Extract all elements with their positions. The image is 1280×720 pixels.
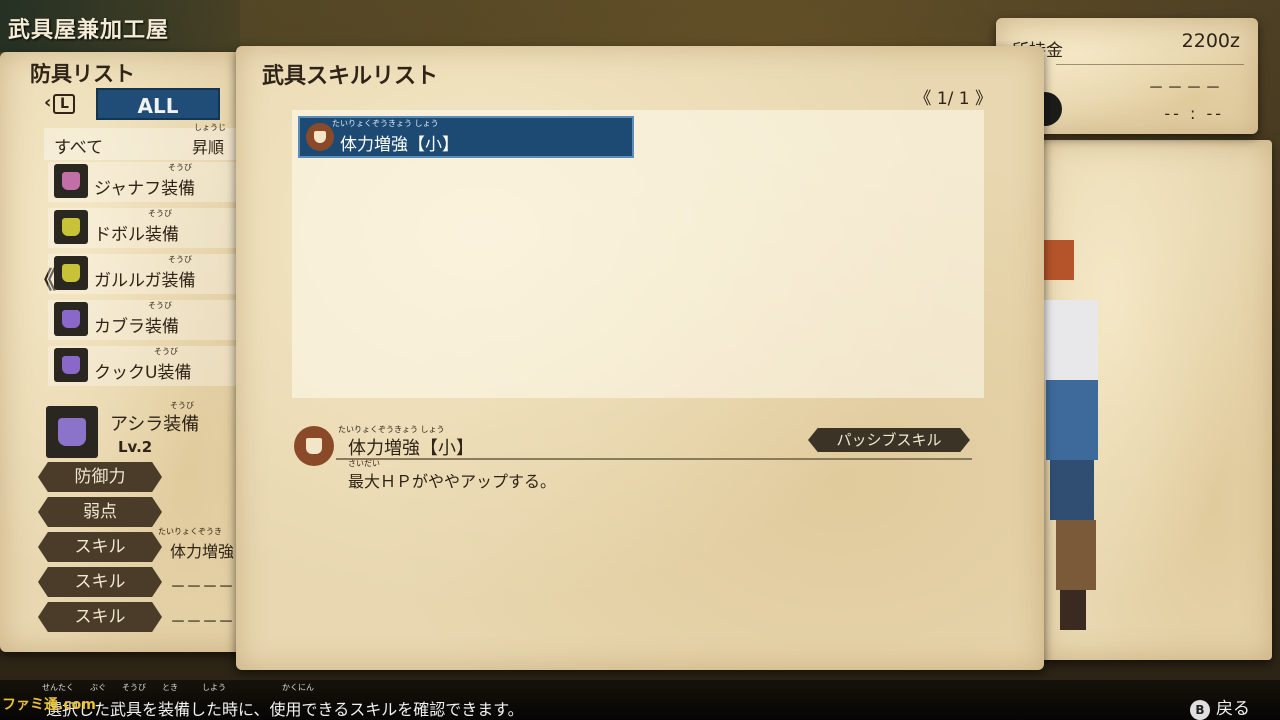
- armor-chest-icon: [62, 172, 80, 190]
- page-indicator[interactable]: 《 1/ 1 》: [914, 84, 992, 109]
- sort-order-ruby: しょうじ: [194, 123, 226, 132]
- shop-title: 武具屋兼加工屋: [8, 18, 170, 43]
- tab-all[interactable]: ALL: [96, 88, 220, 120]
- divider: [1056, 64, 1244, 65]
- help-bar: せんたく ぶぐ そうび とき しよう かくにん 選択した武具を装備した時に、使用…: [0, 680, 1280, 720]
- prev-filter-button[interactable]: ‹ L: [44, 92, 88, 114]
- filter-row: ‹L ALL ૭: [44, 88, 269, 120]
- money-info-1: －－－－: [1147, 78, 1224, 97]
- armor-chest-icon: [62, 356, 80, 374]
- shield-icon: [306, 438, 322, 454]
- money-amount: 2200z: [1181, 30, 1240, 52]
- armor-icon: [54, 164, 88, 198]
- stat-row-skill-2: スキル －－－－: [38, 567, 250, 597]
- sort-row[interactable]: すべて しょうじ 昇順: [44, 123, 250, 160]
- list-item[interactable]: そうび ガルルガ装備: [48, 254, 248, 294]
- skill-shield-icon: [306, 123, 334, 151]
- dialog-title: 武具スキルリスト: [262, 64, 439, 89]
- list-item[interactable]: そうび クックU装備: [48, 346, 248, 386]
- item-ruby: そうび: [168, 163, 192, 172]
- help-text: 選択した武具を装備した時に、使用できるスキルを確認できます。: [46, 700, 524, 719]
- item-name: カブラ装備: [94, 317, 179, 337]
- armor-chest-icon: [58, 418, 86, 446]
- stat-row-defense: 防御力: [38, 462, 250, 492]
- stat-label: スキル: [38, 567, 162, 597]
- item-ruby: そうび: [148, 301, 172, 310]
- armor-list-title: 防具リスト: [30, 62, 135, 86]
- sort-order-label: 昇順: [192, 138, 225, 157]
- item-ruby: そうび: [148, 209, 172, 218]
- armor-icon: [46, 406, 98, 458]
- help-ruby: せんたく ぶぐ そうび とき しよう かくにん: [42, 683, 314, 692]
- stat-label: 弱点: [38, 497, 162, 527]
- list-item[interactable]: そうび ドボル装備: [48, 208, 248, 248]
- skill-detail: たいりょくぞうきょう しょう 体力増強【小】 パッシブスキル さいだい 最大ＨＰ…: [292, 424, 972, 504]
- shield-icon: [314, 131, 326, 143]
- stat-row-skill-1: スキル たいりょくぞうき 体力増強: [38, 527, 250, 562]
- armor-icon: [54, 348, 88, 382]
- l-key-icon: L: [53, 94, 76, 114]
- filter-all-label: すべて: [54, 138, 104, 158]
- item-name: ガルルガ装備: [94, 271, 196, 291]
- list-item[interactable]: そうび ジャナフ装備: [48, 162, 248, 202]
- stat-value: 体力増強: [170, 542, 235, 561]
- stat-label: スキル: [38, 602, 162, 632]
- skill-list-item[interactable]: たいりょくぞうきょう しょう 体力増強【小】: [298, 116, 634, 158]
- armor-chest-icon: [62, 310, 80, 328]
- armor-icon: [54, 256, 88, 290]
- watermark: ファミ通.com: [2, 697, 96, 713]
- back-button[interactable]: B 戻る: [1190, 694, 1250, 720]
- b-button-icon: B: [1190, 700, 1210, 720]
- skill-list-dialog: 武具スキルリスト 《 1/ 1 》 たいりょくぞうきょう しょう 体力増強【小】…: [236, 46, 1044, 670]
- shop-title-bar: 武具屋兼加工屋: [0, 0, 240, 52]
- armor-icon: [54, 210, 88, 244]
- stat-value: －－－－: [170, 612, 235, 631]
- equip-name: アシラ装備: [110, 414, 200, 435]
- item-name: ドボル装備: [94, 225, 179, 245]
- armor-list-panel: 防具リスト ‹L ALL ૭ すべて しょうじ 昇順 そうび ジャナフ装備 そう…: [0, 52, 269, 652]
- item-name: ジャナフ装備: [94, 179, 196, 199]
- skill-type-badge: パッシブスキル: [808, 428, 970, 452]
- character-preview: [1042, 240, 1098, 630]
- stat-label: スキル: [38, 532, 162, 562]
- selected-equipment: そうび アシラ装備 Lv.2: [44, 401, 250, 462]
- armor-chest-icon: [62, 264, 80, 282]
- item-name: クックU装備: [94, 363, 192, 383]
- money-info-2: -- : --: [1164, 104, 1224, 123]
- divider: [336, 458, 972, 460]
- stat-ruby: たいりょくぞうき: [158, 527, 222, 536]
- armor-chest-icon: [62, 218, 80, 236]
- stat-value: －－－－: [170, 577, 235, 596]
- skill-ruby: たいりょくぞうきょう しょう: [332, 119, 439, 128]
- stat-row-skill-3: スキル －－－－: [38, 602, 250, 632]
- back-label: 戻る: [1216, 699, 1250, 719]
- list-item[interactable]: そうび カブラ装備: [48, 300, 248, 340]
- item-ruby: そうび: [154, 347, 178, 356]
- skill-shield-icon: [294, 426, 334, 466]
- armor-icon: [54, 302, 88, 336]
- stat-label: 防御力: [38, 462, 162, 492]
- detail-name: 体力増強【小】: [348, 438, 474, 459]
- skill-name: 体力増強【小】: [340, 135, 459, 155]
- item-ruby: そうび: [168, 255, 192, 264]
- skill-description: 最大ＨＰがややアップする。: [348, 472, 557, 491]
- equip-level: Lv.2: [118, 438, 153, 456]
- stat-row-weakness: 弱点: [38, 497, 250, 527]
